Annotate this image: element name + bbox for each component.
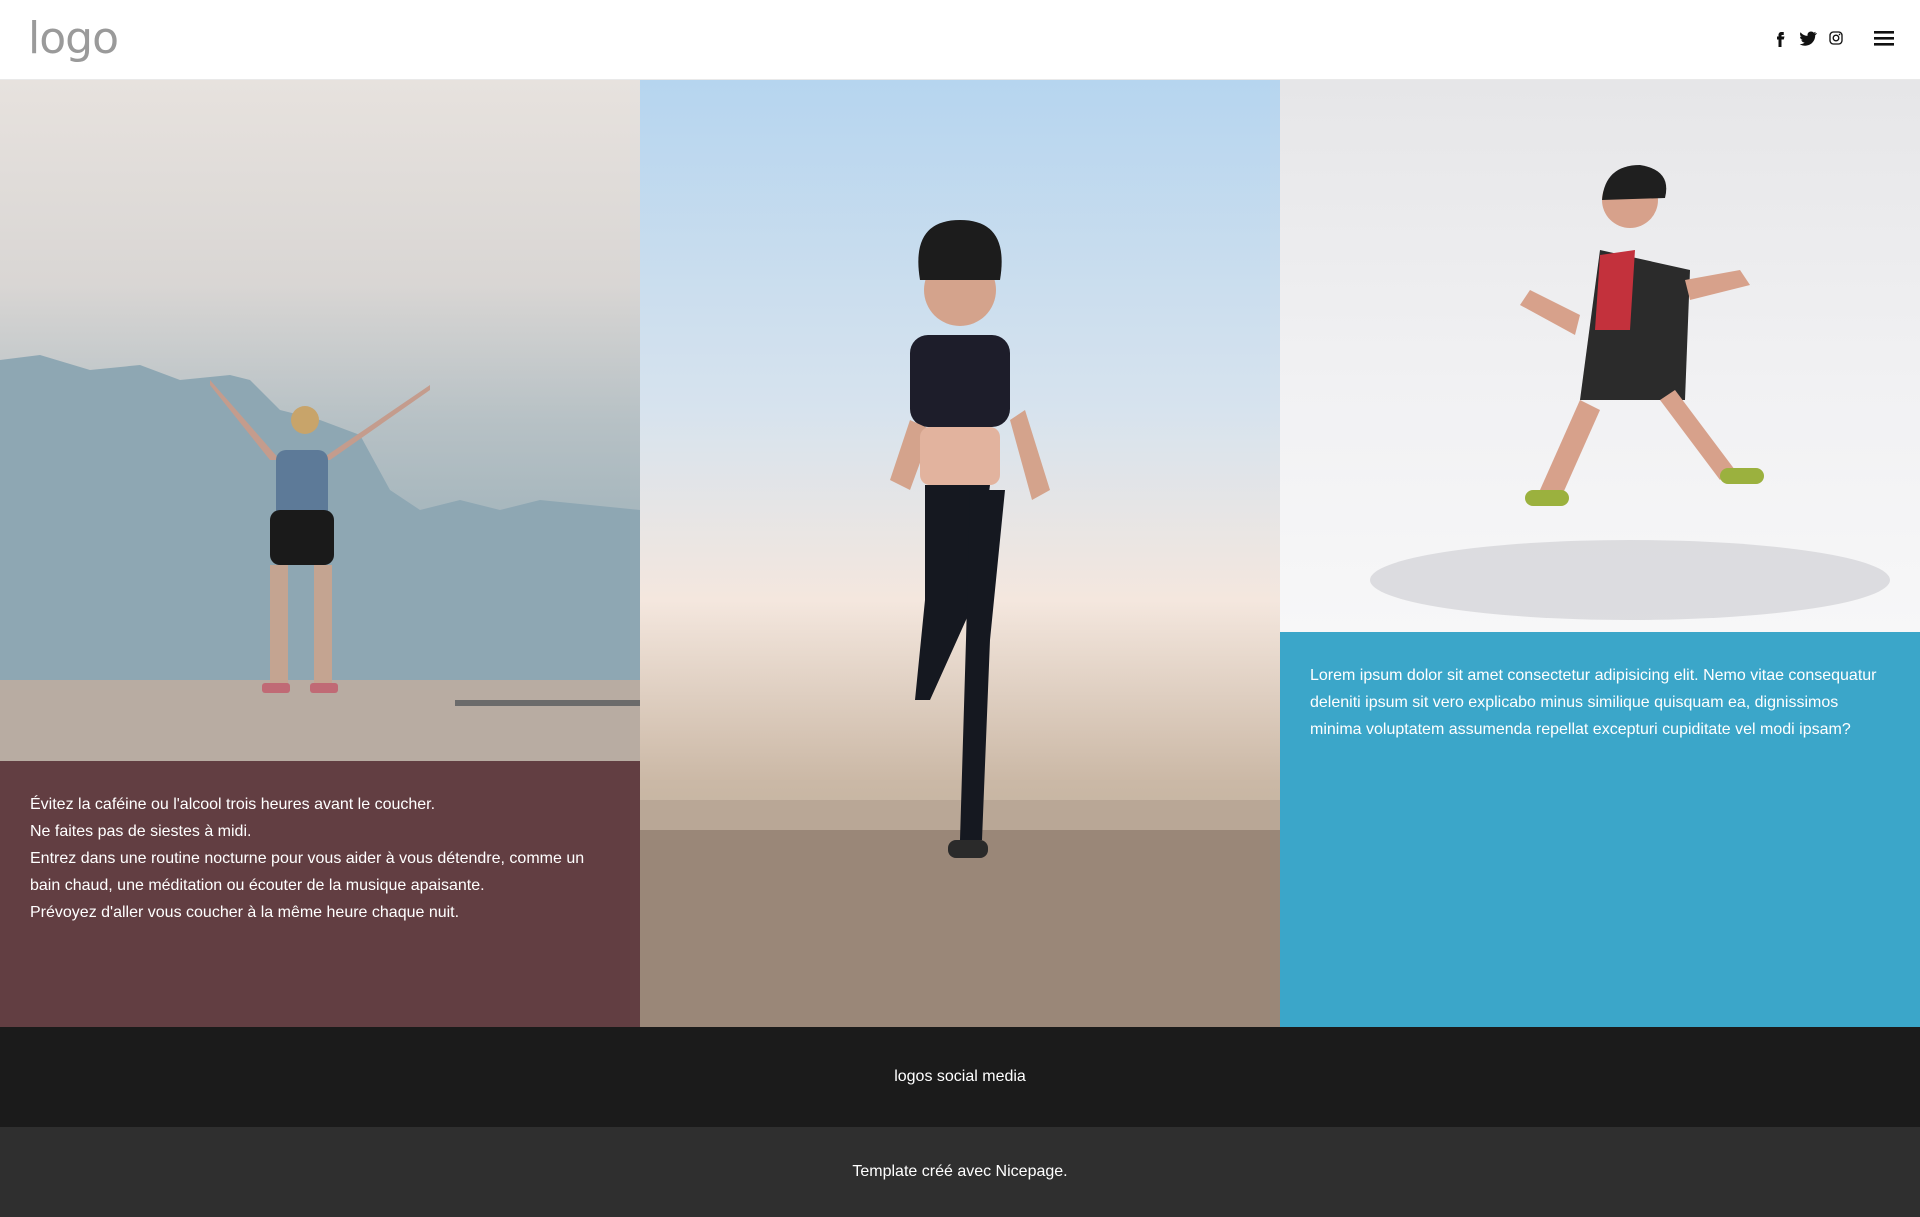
content-grid: Évitez la caféine ou l'alcool trois heur… bbox=[0, 80, 1920, 1027]
twitter-icon[interactable] bbox=[1798, 28, 1818, 48]
tip-line-4: Prévoyez d'aller vous coucher à la même … bbox=[30, 904, 460, 921]
description-text: Lorem ipsum dolor sit amet consectetur a… bbox=[1310, 667, 1877, 738]
hamburger-menu-icon[interactable] bbox=[1872, 28, 1896, 48]
content-column-2 bbox=[640, 80, 1280, 1027]
tip-line-2: Ne faites pas de siestes à midi. bbox=[30, 823, 252, 840]
footer-social: logos social media bbox=[0, 1027, 1920, 1127]
description-panel: Lorem ipsum dolor sit amet consectetur a… bbox=[1280, 632, 1920, 1027]
social-links bbox=[1770, 28, 1846, 48]
site-header: logo bbox=[0, 0, 1920, 80]
facebook-icon[interactable] bbox=[1770, 28, 1790, 48]
runner-silhouette bbox=[890, 220, 1050, 858]
footer-credit-text: Template créé avec Nicepage. bbox=[852, 1163, 1068, 1180]
content-column-3: Lorem ipsum dolor sit amet consectetur a… bbox=[1280, 80, 1920, 1027]
footer-credit: Template créé avec Nicepage. bbox=[0, 1127, 1920, 1217]
image-illustration bbox=[640, 220, 1280, 1027]
tip-line-3: Entrez dans une routine nocturne pour vo… bbox=[30, 850, 585, 894]
hero-image-man-jumping bbox=[1280, 80, 1920, 632]
hero-image-woman-mountains bbox=[0, 80, 640, 761]
tips-panel: Évitez la caféine ou l'alcool trois heur… bbox=[0, 761, 640, 1027]
instagram-icon[interactable] bbox=[1826, 28, 1846, 48]
tip-line-1: Évitez la caféine ou l'alcool trois heur… bbox=[30, 796, 436, 813]
footer-social-label: logos social media bbox=[894, 1068, 1026, 1085]
image-illustration bbox=[1370, 165, 1890, 620]
site-logo[interactable]: logo bbox=[28, 14, 119, 64]
jumping-man-silhouette bbox=[1520, 165, 1764, 506]
content-column-1: Évitez la caféine ou l'alcool trois heur… bbox=[0, 80, 640, 1027]
hero-image-woman-running bbox=[640, 80, 1280, 1027]
image-illustration bbox=[0, 355, 640, 761]
